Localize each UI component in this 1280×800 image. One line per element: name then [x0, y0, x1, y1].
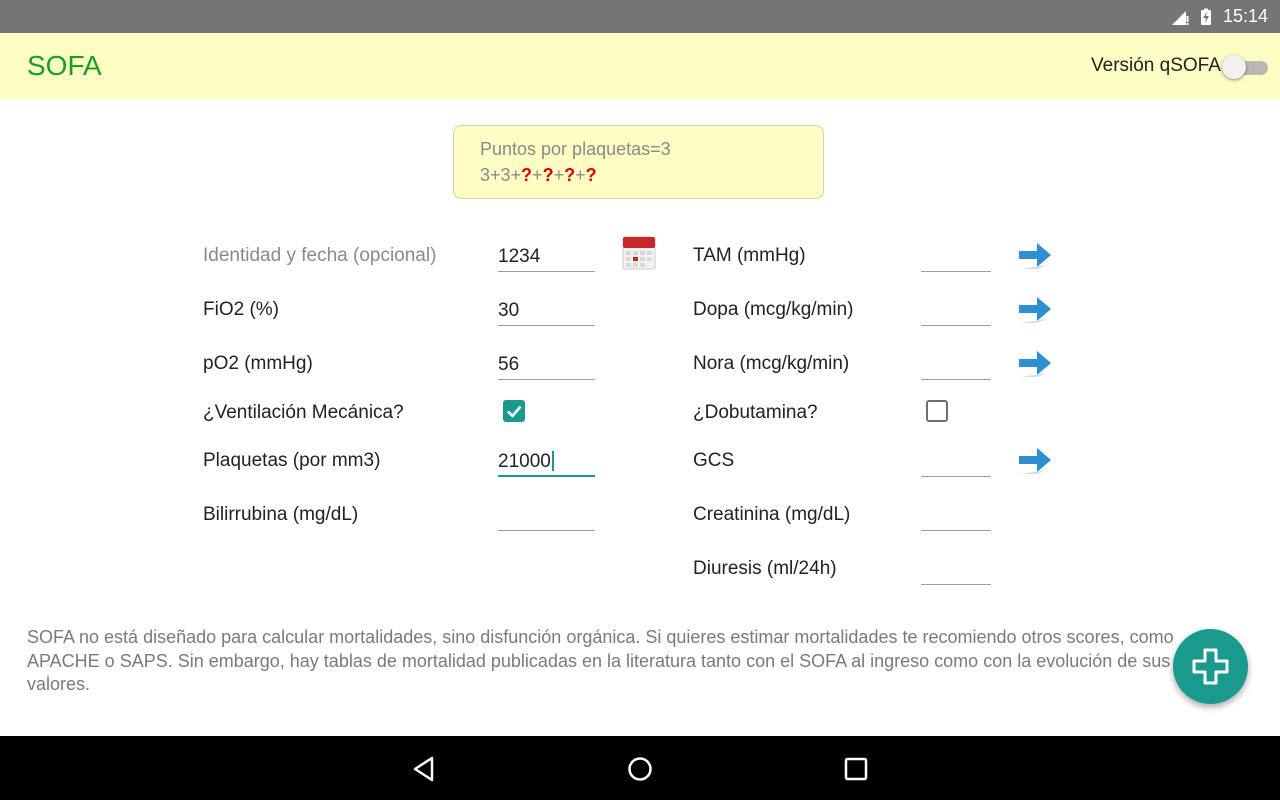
battery-charging-icon — [1200, 8, 1211, 25]
score-result-box: Puntos por plaquetas=3 3+3+?+?+?+? — [453, 125, 824, 199]
mechanical-ventilation-label: ¿Ventilación Mecánica? — [203, 402, 404, 423]
status-bar: 15:14 — [0, 0, 1280, 33]
add-fab-button[interactable] — [1173, 629, 1248, 704]
tam-field[interactable] — [921, 238, 991, 272]
formula-unknown: ? — [542, 165, 554, 185]
text-cursor — [551, 451, 554, 471]
qsofa-toggle-label: Versión qSOFA — [1091, 55, 1221, 76]
score-formula: 3+3+?+?+?+? — [480, 165, 597, 186]
arrow-right-icon[interactable] — [1017, 238, 1053, 274]
recents-square-icon[interactable] — [841, 754, 871, 784]
signal-icon — [1171, 10, 1189, 25]
platelet-points-text: Puntos por plaquetas=3 — [480, 139, 671, 159]
creatinine-field[interactable] — [921, 497, 991, 531]
mechanical-ventilation-checkbox[interactable] — [503, 400, 525, 422]
back-triangle-icon[interactable] — [410, 754, 440, 784]
clock: 15:14 — [1222, 6, 1268, 26]
app-title: SOFA — [27, 50, 102, 81]
gcs-field[interactable] — [921, 443, 991, 477]
nora-label: Nora (mcg/kg/min) — [693, 353, 850, 374]
formula-part: 3+3+ — [480, 165, 522, 185]
check-icon — [507, 405, 522, 418]
home-circle-icon[interactable] — [625, 754, 655, 784]
formula-unknown: ? — [585, 165, 597, 185]
po2-label: pO2 (mmHg) — [203, 353, 313, 374]
qsofa-switch[interactable] — [1222, 55, 1270, 79]
gcs-label: GCS — [693, 450, 735, 471]
dobutamine-label: ¿Dobutamina? — [693, 402, 818, 423]
identity-date-label: Identidad y fecha (opcional) — [203, 245, 437, 266]
creatinine-label: Creatinina (mg/dL) — [693, 504, 851, 525]
calendar-icon[interactable] — [621, 234, 657, 270]
fio2-label: FiO2 (%) — [203, 299, 279, 320]
mortality-disclaimer: SOFA no está diseñado para calcular mort… — [27, 627, 1174, 694]
diuresis-label: Diuresis (ml/24h) — [693, 558, 837, 579]
diuresis-field[interactable] — [921, 551, 991, 585]
formula-unknown: ? — [564, 165, 576, 185]
tam-label: TAM (mmHg) — [693, 245, 806, 266]
navigation-bar — [0, 736, 1280, 800]
app-bar: SOFA Versión qSOFA — [0, 33, 1280, 99]
platelets-label: Plaquetas (por mm3) — [203, 450, 381, 471]
dobutamine-checkbox[interactable] — [926, 400, 948, 422]
arrow-right-icon[interactable] — [1017, 346, 1053, 382]
formula-plus: + — [575, 165, 586, 185]
switch-thumb — [1222, 55, 1246, 79]
dopa-field[interactable] — [921, 292, 991, 326]
formula-plus: + — [553, 165, 565, 185]
dopa-label: Dopa (mcg/kg/min) — [693, 299, 854, 320]
platelets-value: 21000 — [498, 451, 551, 472]
identity-field[interactable]: 1234 — [498, 238, 595, 272]
nora-field[interactable] — [921, 346, 991, 380]
fio2-field[interactable]: 30 — [498, 292, 595, 326]
bilirubin-field[interactable] — [498, 497, 595, 531]
arrow-right-icon[interactable] — [1017, 443, 1053, 479]
platelets-field[interactable]: 21000 — [498, 443, 595, 477]
bilirubin-label: Bilirrubina (mg/dL) — [203, 504, 359, 525]
plus-icon — [1192, 648, 1229, 685]
formula-plus: + — [532, 165, 543, 185]
formula-unknown: ? — [521, 165, 533, 185]
arrow-right-icon[interactable] — [1017, 292, 1053, 328]
po2-field[interactable]: 56 — [498, 346, 595, 380]
